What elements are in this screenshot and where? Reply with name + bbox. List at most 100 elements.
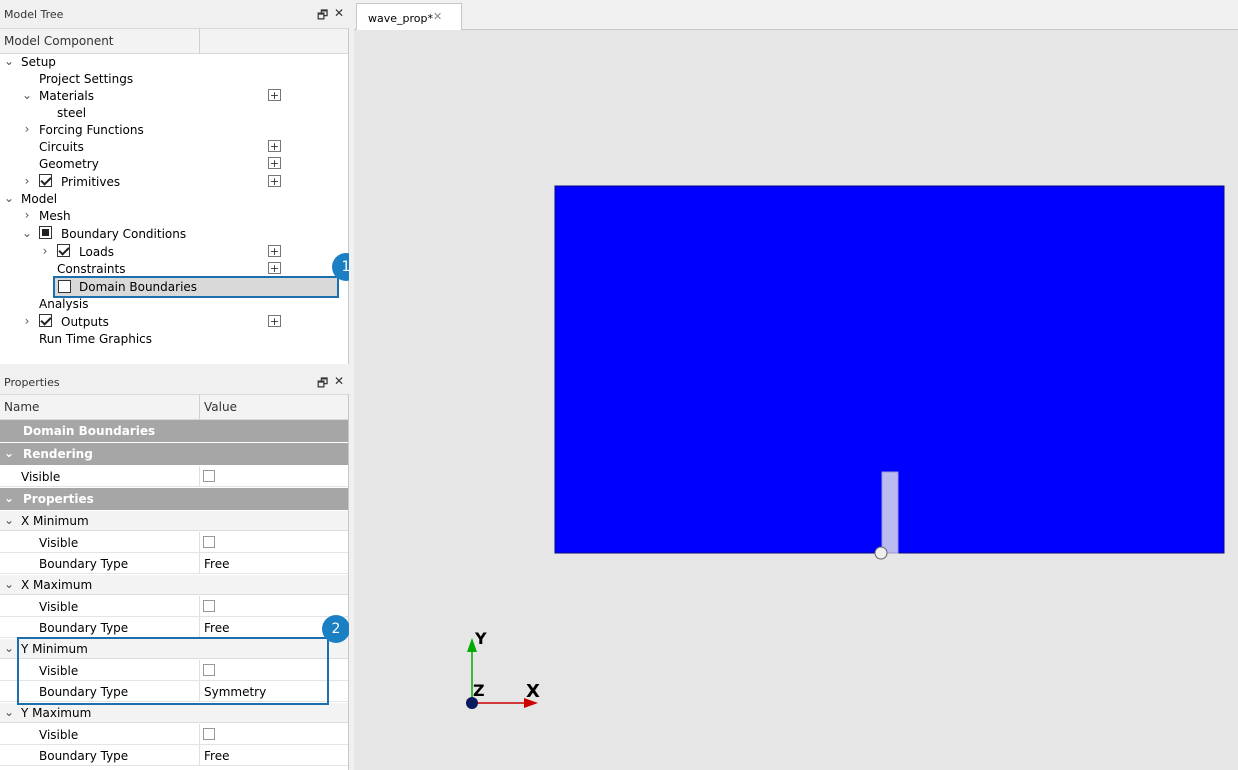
tab-wave-prop[interactable]: wave_prop* ✕ [356, 3, 462, 31]
tree-item-mesh[interactable]: › Mesh [0, 208, 348, 225]
tree-item-forcing-functions[interactable]: › Forcing Functions [0, 122, 348, 139]
boundary-conditions-checkbox[interactable] [39, 226, 52, 239]
model-tree-titlebar: Model Tree 🗗 ✕ [0, 0, 348, 28]
property-name: Visible [39, 600, 79, 614]
chevron-down-icon[interactable]: ⌄ [21, 226, 33, 240]
chevron-down-icon[interactable]: ⌄ [3, 54, 15, 68]
chevron-down-icon[interactable]: ⌄ [3, 577, 15, 591]
tree-label: Boundary Conditions [61, 227, 187, 241]
tree-item-circuits[interactable]: Circuits + [0, 139, 348, 156]
tree-item-setup[interactable]: ⌄ Setup [0, 54, 348, 71]
properties-column-header: Name Value [0, 394, 348, 420]
x-maximum-section[interactable]: ⌄ X Maximum [0, 575, 348, 595]
tree-item-loads[interactable]: › Loads + [0, 244, 348, 261]
column-separator [199, 553, 200, 574]
outputs-checkbox[interactable] [39, 314, 52, 327]
x-max-boundary-type-row[interactable]: Boundary Type Free [0, 617, 348, 638]
add-output-button[interactable]: + [268, 315, 281, 327]
tree-label: Project Settings [39, 72, 134, 86]
tree-label: Forcing Functions [39, 123, 144, 137]
tree-label: Analysis [39, 297, 89, 311]
model-canvas[interactable] [354, 30, 1238, 770]
property-name: Boundary Type [39, 621, 129, 635]
x-min-boundary-type-row[interactable]: Boundary Type Free [0, 553, 348, 574]
chevron-right-icon[interactable]: › [21, 174, 33, 188]
tree-item-boundary-conditions[interactable]: ⌄ Boundary Conditions [0, 226, 348, 243]
properties-section[interactable]: ⌄ Properties [0, 488, 348, 510]
close-icon[interactable]: ✕ [334, 374, 344, 388]
restore-icon[interactable]: 🗗 [317, 6, 328, 27]
close-tab-icon[interactable]: ✕ [433, 10, 442, 23]
rendering-section[interactable]: ⌄ Rendering [0, 443, 348, 465]
add-load-button[interactable]: + [268, 245, 281, 257]
tree-item-geometry[interactable]: Geometry + [0, 156, 348, 173]
x-min-visible-row: Visible [0, 532, 348, 553]
properties-titlebar: Properties 🗗 ✕ [0, 368, 348, 396]
tree-item-materials[interactable]: ⌄ Materials + [0, 88, 348, 105]
y-axis-label: Y [475, 629, 487, 648]
property-name: Visible [21, 470, 61, 484]
tree-item-analysis[interactable]: Analysis [0, 296, 348, 313]
property-name: Visible [39, 728, 79, 742]
close-icon[interactable]: ✕ [334, 6, 344, 20]
tree-item-steel[interactable]: steel [0, 105, 348, 122]
chevron-right-icon[interactable]: › [21, 122, 33, 136]
section-label: X Maximum [21, 578, 93, 592]
chevron-right-icon[interactable]: › [21, 208, 33, 222]
add-constraint-button[interactable]: + [268, 262, 281, 274]
tree-label: Geometry [39, 157, 99, 171]
tree-item-primitives[interactable]: › Primitives + [0, 174, 348, 191]
tree-label: Materials [39, 89, 95, 103]
editor-tab-bar [354, 0, 1238, 30]
y-max-visible-checkbox[interactable] [203, 728, 215, 740]
add-circuit-button[interactable]: + [268, 140, 281, 152]
properties-object-header: Domain Boundaries [0, 420, 348, 442]
add-material-button[interactable]: + [268, 89, 281, 101]
callout-badge-2: 2 [322, 615, 350, 643]
chevron-down-icon[interactable]: ⌄ [3, 491, 15, 505]
property-name: Visible [39, 536, 79, 550]
chevron-down-icon[interactable]: ⌄ [3, 191, 15, 205]
section-label: Y Maximum [21, 706, 92, 720]
chevron-down-icon[interactable]: ⌄ [3, 641, 15, 655]
object-name: Domain Boundaries [23, 424, 156, 438]
chevron-down-icon[interactable]: ⌄ [3, 513, 15, 527]
tree-item-model[interactable]: ⌄ Model [0, 191, 348, 208]
column-separator [199, 532, 200, 553]
restore-icon[interactable]: 🗗 [317, 374, 328, 395]
boundary-type-value[interactable]: Free [204, 749, 229, 763]
tab-label: wave_prop* [368, 12, 433, 25]
x-minimum-section[interactable]: ⌄ X Minimum [0, 511, 348, 531]
x-min-visible-checkbox[interactable] [203, 536, 215, 548]
tree-item-run-time-graphics[interactable]: Run Time Graphics [0, 331, 348, 348]
tree-label: Mesh [39, 209, 71, 223]
chevron-down-icon[interactable]: ⌄ [3, 446, 15, 460]
loads-checkbox[interactable] [57, 244, 70, 257]
chevron-right-icon[interactable]: › [21, 314, 33, 328]
tree-label: Model [21, 192, 58, 206]
add-geometry-button[interactable]: + [268, 157, 281, 169]
x-axis-label: X [526, 681, 540, 702]
property-name: Boundary Type [39, 749, 129, 763]
x-max-visible-checkbox[interactable] [203, 600, 215, 612]
rendering-visible-checkbox[interactable] [203, 470, 215, 482]
column-separator [199, 724, 200, 745]
tree-label: Loads [79, 245, 115, 259]
chevron-down-icon[interactable]: ⌄ [21, 88, 33, 102]
chevron-right-icon[interactable]: › [39, 244, 51, 258]
tree-label: Constraints [57, 262, 126, 276]
column-separator [199, 466, 200, 487]
chevron-down-icon[interactable]: ⌄ [3, 705, 15, 719]
tree-item-project-settings[interactable]: Project Settings [0, 71, 348, 88]
tree-item-outputs[interactable]: › Outputs + [0, 314, 348, 331]
boundary-type-value[interactable]: Free [204, 621, 229, 635]
y-maximum-section[interactable]: ⌄ Y Maximum [0, 703, 348, 723]
properties-title: Properties [4, 376, 60, 389]
primitives-checkbox[interactable] [39, 174, 52, 187]
tree-label: steel [57, 106, 87, 120]
add-primitive-button[interactable]: + [268, 175, 281, 187]
column-separator [199, 745, 200, 766]
y-max-boundary-type-row[interactable]: Boundary Type Free [0, 745, 348, 766]
boundary-type-value[interactable]: Free [204, 557, 229, 571]
name-column-header: Name [4, 400, 40, 414]
